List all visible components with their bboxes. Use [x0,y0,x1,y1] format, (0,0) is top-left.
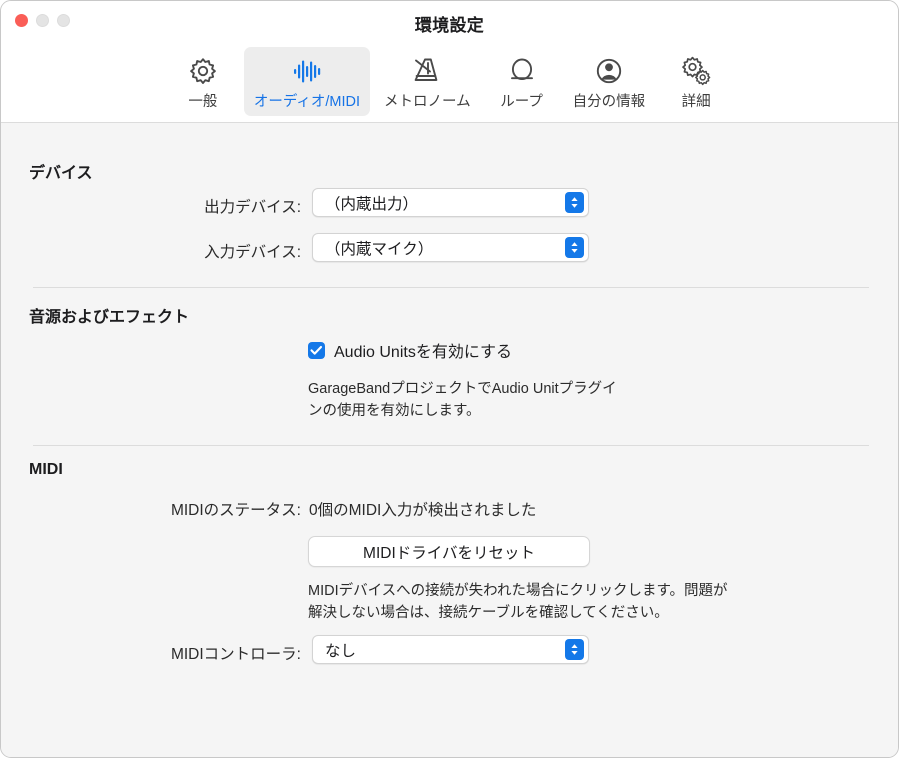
double-gear-icon [679,53,713,89]
output-device-label: 出力デバイス: [204,199,301,216]
midi-status-label: MIDIのステータス: [170,502,301,519]
chevron-up-down-icon [565,639,584,660]
input-device-label: 入力デバイス: [204,244,301,261]
midi-reset-description-line1: MIDIデバイスへの接続が失われた場合にクリックします。問題が [308,583,728,599]
input-device-popup[interactable]: （内蔵マイク） [312,233,589,262]
tab-my-info-label: 自分の情報 [572,94,646,110]
audio-units-checkbox-row[interactable]: Audio Unitsを有効にする [308,338,512,362]
tab-loops[interactable]: ループ [485,47,559,116]
tab-loops-label: ループ [500,94,543,110]
midi-reset-description-line2: 解決しない場合は、接続ケーブルを確認してください。 [308,605,669,621]
section-divider-1 [33,287,869,288]
tab-audio-midi[interactable]: オーディオ/MIDI [243,47,371,116]
chevron-up-down-icon [565,192,584,213]
input-device-value: （内蔵マイク） [325,240,434,258]
audio-units-checkbox[interactable] [308,341,325,359]
tab-advanced-label: 詳細 [681,94,711,110]
midi-status-value: 0個のMIDI入力が検出されました [309,502,537,519]
tab-my-info[interactable]: 自分の情報 [563,47,656,116]
audio-units-description-line2: ンの使用を有効にします。 [308,403,481,419]
window-title: 環境設定 [414,16,485,35]
devices-section-title: デバイス [29,165,93,182]
gear-icon [186,53,220,89]
preferences-window: 環境設定 一般 オーディオ/MIDI メトロノーム ループ 自分の情報 詳細 デ… [0,0,899,758]
tab-advanced[interactable]: 詳細 [659,47,733,116]
title-bar: 環境設定 [1,1,898,45]
tab-general[interactable]: 一般 [166,47,240,116]
audio-units-checkbox-label: Audio Unitsを有効にする [334,344,512,361]
tab-general-label: 一般 [188,94,218,110]
midi-controller-popup[interactable]: なし [312,635,589,664]
person-icon [592,53,626,89]
reset-midi-driver-button[interactable]: MIDIドライバをリセット [308,536,590,567]
preferences-content: デバイス 出力デバイス: （内蔵出力） 入力デバイス: （内蔵マイク） 音源およ… [1,123,898,757]
tab-metronome-label: メトロノーム [384,94,471,110]
audio-units-description-line1: GarageBandプロジェクトでAudio Unitプラグイ [308,381,617,397]
midi-controller-value: なし [325,642,357,660]
waveform-icon [290,53,324,89]
tab-metronome[interactable]: メトロノーム [374,47,481,116]
chevron-up-down-icon [565,237,584,258]
output-device-value: （内蔵出力） [325,195,419,213]
output-device-popup[interactable]: （内蔵出力） [312,188,589,217]
instruments-effects-section-title: 音源およびエフェクト [29,309,190,326]
tab-audio-midi-label: オーディオ/MIDI [253,94,361,110]
metronome-icon [410,53,444,89]
midi-controller-label: MIDIコントローラ: [170,646,301,663]
section-divider-2 [33,445,869,446]
loop-icon [505,53,539,89]
preferences-toolbar: 一般 オーディオ/MIDI メトロノーム ループ 自分の情報 詳細 [1,45,898,123]
midi-section-title: MIDI [29,461,63,478]
